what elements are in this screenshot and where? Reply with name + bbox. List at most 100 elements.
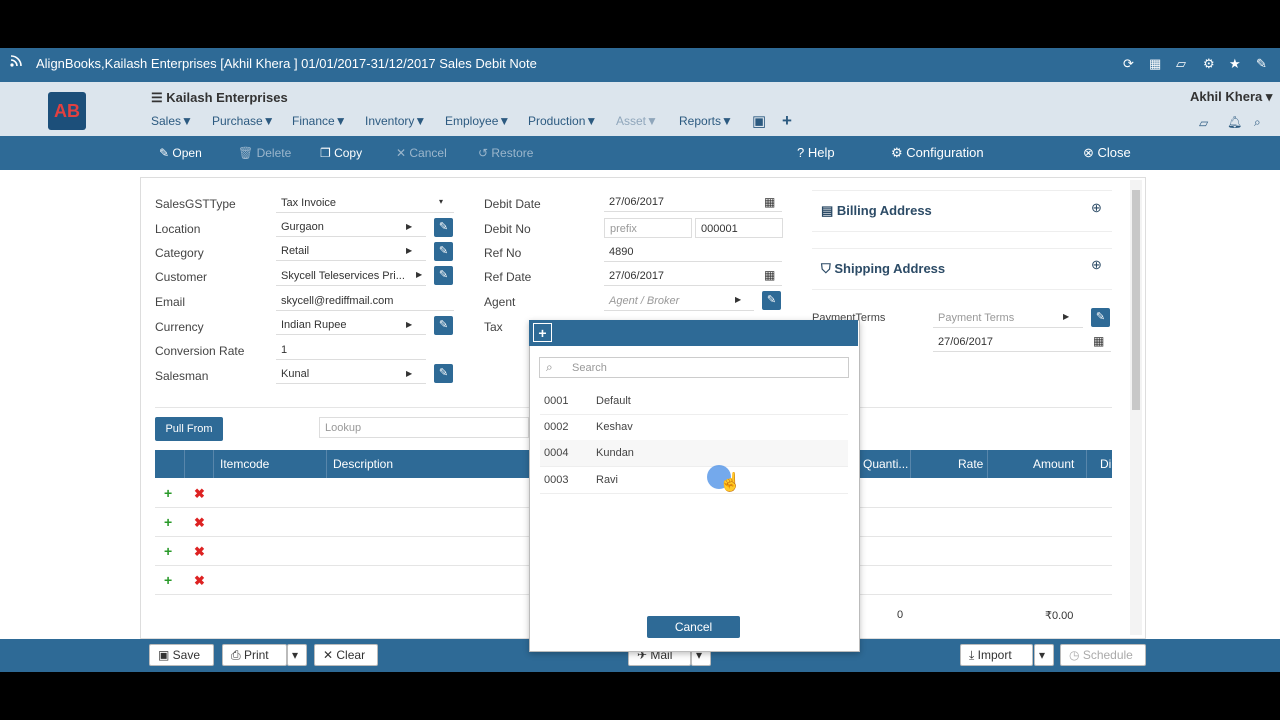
agent-edit-icon[interactable]: ✎ [762, 291, 781, 310]
menu-finance[interactable]: Finance▼ [292, 114, 347, 128]
rss-icon[interactable] [10, 55, 22, 70]
print-button[interactable]: ⎙ Print [222, 644, 287, 666]
salesman-edit-icon[interactable]: ✎ [434, 364, 453, 383]
column-amount[interactable]: Amount [1033, 457, 1074, 471]
configuration-button[interactable]: ⚙ Configuration [891, 145, 984, 161]
menu-purchase[interactable]: Purchase▼ [212, 114, 275, 128]
list-item[interactable]: 0004 Kundan [540, 440, 848, 467]
schedule-button[interactable]: ◷ Schedule [1060, 644, 1146, 666]
customer-field[interactable]: Skycell Teleservices Pri... [276, 266, 426, 286]
copy-button[interactable]: ❐ Copy [320, 146, 362, 160]
scrollbar-thumb[interactable] [1132, 190, 1140, 410]
menu-sales[interactable]: Sales▼ [151, 114, 193, 128]
calendar-icon[interactable]: ▦ [764, 268, 775, 282]
payment-terms-field[interactable]: Payment Terms [933, 308, 1083, 328]
delete-button[interactable]: 🗑︎ Delete [238, 146, 291, 160]
restore-button[interactable]: ↺ Restore [478, 146, 533, 160]
expand-circle-icon[interactable]: ⊕ [1091, 257, 1102, 273]
label-sales-gst-type: SalesGSTType [155, 197, 236, 211]
pencil-icon[interactable]: ✎ [1256, 56, 1267, 72]
calendar-icon[interactable]: ▦ [1149, 56, 1161, 72]
label-category: Category [155, 246, 204, 260]
total-quantity: 0 [897, 609, 904, 621]
save-button[interactable]: ▣ Save [149, 644, 214, 666]
shipping-address-header[interactable]: ⛉ Shipping Address [821, 261, 945, 277]
form-scrollbar[interactable] [1130, 180, 1142, 635]
calendar-icon[interactable]: ▦ [764, 195, 775, 209]
plus-icon[interactable]: + [782, 111, 792, 131]
menu-employee[interactable]: Employee▼ [445, 114, 510, 128]
column-rate[interactable]: Rate [958, 457, 983, 471]
refresh-icon[interactable]: ⟳ [1123, 56, 1134, 72]
calendar-icon[interactable]: ▦ [1093, 334, 1104, 348]
payment-terms-edit-icon[interactable]: ✎ [1091, 308, 1110, 327]
ref-date-field[interactable]: 27/06/2017 [604, 266, 782, 286]
delete-row-icon[interactable]: ✖ [194, 573, 205, 589]
debit-date-field[interactable]: 27/06/2017 [604, 192, 782, 212]
payment-date-field[interactable]: 27/06/2017 [933, 332, 1111, 352]
agent-field[interactable]: Agent / Broker [604, 291, 754, 311]
expand-circle-icon[interactable]: ⊕ [1091, 200, 1102, 216]
add-row-icon[interactable]: + [164, 485, 172, 501]
salesman-field[interactable]: Kunal [276, 364, 426, 384]
label-agent: Agent [484, 295, 516, 309]
conversion-rate-field[interactable]: 1 [276, 340, 426, 360]
search-icon[interactable]: ⌕ [1254, 115, 1261, 130]
close-button[interactable]: ⊗ Close [1083, 145, 1131, 161]
gear-icon[interactable]: ⚙ [1203, 56, 1215, 72]
open-button[interactable]: ✎ Open [159, 146, 202, 160]
column-itemcode[interactable]: Itemcode [220, 457, 269, 471]
calendar-add-icon[interactable]: ▣ [752, 112, 766, 130]
add-row-icon[interactable]: + [164, 572, 172, 588]
dialog-cancel-button[interactable]: Cancel [647, 616, 740, 638]
menu-asset[interactable]: Asset▼ [616, 114, 658, 128]
cancel-toolbar-button[interactable]: ✕ Cancel [396, 146, 447, 160]
add-row-icon[interactable]: + [164, 543, 172, 559]
column-description[interactable]: Description [333, 457, 393, 471]
list-item[interactable]: 0003 Ravi [540, 467, 848, 494]
email-field[interactable]: skycell@rediffmail.com [276, 291, 454, 311]
sales-gst-type-select[interactable]: Tax Invoice [276, 193, 454, 213]
column-di[interactable]: Di [1100, 457, 1111, 471]
delete-row-icon[interactable]: ✖ [194, 544, 205, 560]
search-input[interactable]: ⌕ Search [539, 357, 849, 378]
star-icon[interactable]: ★ [1229, 56, 1241, 72]
customer-edit-icon[interactable]: ✎ [434, 266, 453, 285]
label-currency: Currency [155, 320, 204, 334]
location-field[interactable]: Gurgaon [276, 217, 426, 237]
debit-no-field[interactable]: 000001 [695, 218, 783, 238]
category-edit-icon[interactable]: ✎ [434, 242, 453, 261]
list-item[interactable]: 0001 Default [540, 388, 848, 415]
billing-address-header[interactable]: ▤ Billing Address [821, 203, 932, 219]
location-edit-icon[interactable]: ✎ [434, 218, 453, 237]
currency-field[interactable]: Indian Rupee [276, 315, 426, 335]
debit-prefix-field[interactable]: prefix [604, 218, 692, 238]
delete-row-icon[interactable]: ✖ [194, 486, 205, 502]
column-quantity[interactable]: Quanti... [863, 457, 908, 471]
help-button[interactable]: ? Help [797, 145, 835, 160]
hamburger-icon[interactable]: ☰ [151, 90, 163, 105]
print-dropdown-chevron-icon[interactable]: ▾ [287, 644, 307, 666]
add-new-icon[interactable]: + [533, 323, 552, 342]
folder-open-icon[interactable]: ▱ [1199, 116, 1208, 130]
menu-inventory[interactable]: Inventory▼ [365, 114, 426, 128]
menu-production[interactable]: Production▼ [528, 114, 597, 128]
menu-reports[interactable]: Reports▼ [679, 114, 733, 128]
column-divider [184, 450, 185, 478]
lookup-input[interactable]: Lookup [319, 417, 529, 438]
user-menu[interactable]: Akhil Khera ▾ [1190, 89, 1272, 105]
import-button[interactable]: ⤓ Import [960, 644, 1033, 666]
clear-button[interactable]: ✕ Clear [314, 644, 378, 666]
company-name[interactable]: ☰ Kailash Enterprises [151, 90, 288, 106]
bell-icon[interactable]: 🔔︎ [1227, 115, 1242, 129]
folder-icon[interactable]: ▱ [1176, 56, 1186, 72]
label-email: Email [155, 295, 186, 309]
ref-no-field[interactable]: 4890 [604, 242, 782, 262]
import-dropdown-chevron-icon[interactable]: ▾ [1034, 644, 1054, 666]
pull-from-button[interactable]: Pull From [155, 417, 223, 441]
category-field[interactable]: Retail [276, 241, 426, 261]
currency-edit-icon[interactable]: ✎ [434, 316, 453, 335]
add-row-icon[interactable]: + [164, 514, 172, 530]
list-item[interactable]: 0002 Keshav [540, 414, 848, 441]
delete-row-icon[interactable]: ✖ [194, 515, 205, 531]
